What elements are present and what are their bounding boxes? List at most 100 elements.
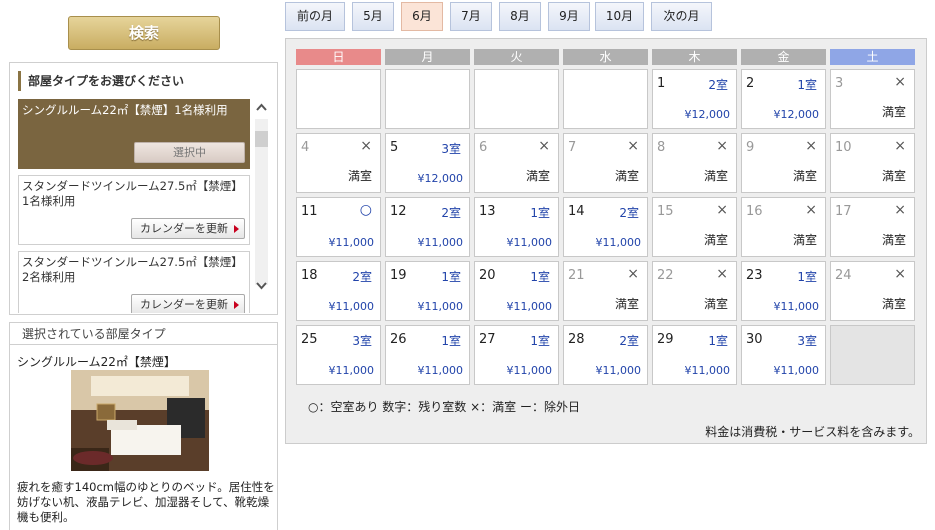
scroll-up-icon[interactable]: [253, 99, 270, 116]
calendar-day-number: 13: [479, 204, 496, 219]
rooms-remaining: 3室: [441, 142, 461, 156]
availability-calendar: 日 月 火 水 木 金 土 1 2室 ¥12,000 2 1室 ¥12,000 3 × 満室 4 ×…: [285, 38, 927, 444]
sold-out-label: 満室: [881, 169, 906, 183]
calendar-day-cell[interactable]: 5 3室 ¥12,000: [385, 133, 470, 193]
calendar-day-number: 22: [657, 268, 674, 283]
room-price[interactable]: ¥11,000: [329, 364, 375, 377]
room-price[interactable]: ¥12,000: [685, 108, 731, 121]
sold-out-label: 満室: [881, 105, 906, 119]
next-month-link[interactable]: 次の月: [651, 2, 712, 31]
calendar-day-number: 12: [390, 204, 407, 219]
calendar-day-cell[interactable]: 25 3室 ¥11,000: [296, 325, 381, 385]
room-item-single[interactable]: シングルルーム22㎡【禁煙】1名様利用 選択中: [18, 99, 250, 169]
room-price[interactable]: ¥11,000: [507, 300, 553, 313]
calendar-day-cell[interactable]: 18 2室 ¥11,000: [296, 261, 381, 321]
scrollbar-thumb[interactable]: [255, 131, 268, 147]
room-price[interactable]: ¥11,000: [596, 236, 642, 249]
rooms-remaining: 1室: [797, 78, 817, 92]
calendar-day-cell[interactable]: 20 1室 ¥11,000: [474, 261, 559, 321]
calendar-day-cell[interactable]: 19 1室 ¥11,000: [385, 261, 470, 321]
scroll-down-icon[interactable]: [253, 277, 270, 294]
calendar-cell-empty: [830, 325, 915, 385]
sold-out-icon: ×: [538, 138, 550, 154]
calendar-day-number: 25: [301, 332, 318, 347]
room-price[interactable]: ¥11,000: [774, 300, 820, 313]
room-price[interactable]: ¥11,000: [329, 300, 375, 313]
sold-out-icon: ×: [805, 138, 817, 154]
calendar-day-cell[interactable]: 28 2室 ¥11,000: [563, 325, 648, 385]
sold-out-icon: ×: [805, 202, 817, 218]
sold-out-label: 満室: [614, 297, 639, 311]
room-price[interactable]: ¥11,000: [418, 236, 464, 249]
calendar-day-cell[interactable]: 29 1室 ¥11,000: [652, 325, 737, 385]
calendar-day-number: 1: [657, 76, 666, 91]
calendar-day-number: 18: [301, 268, 318, 283]
search-button[interactable]: 検索: [68, 16, 220, 50]
weekday-header-thu: 木: [652, 49, 737, 65]
sold-out-icon: ×: [627, 138, 639, 154]
calendar-day-cell: 24 × 満室: [830, 261, 915, 321]
calendar-day-cell[interactable]: 26 1室 ¥11,000: [385, 325, 470, 385]
calendar-day-number: 30: [746, 332, 763, 347]
weekday-header-tue: 火: [474, 49, 559, 65]
rooms-remaining: 2室: [619, 206, 639, 220]
month-tab-july[interactable]: 7月: [450, 2, 492, 31]
month-tab-september[interactable]: 9月: [548, 2, 590, 31]
calendar-day-number: 28: [568, 332, 585, 347]
tax-note: 料金は消費税・サービス料を含みます。: [705, 425, 920, 439]
room-price[interactable]: ¥11,000: [507, 236, 553, 249]
prev-month-link[interactable]: 前の月: [285, 2, 345, 31]
rooms-remaining: 2室: [708, 78, 728, 92]
calendar-day-cell[interactable]: 12 2室 ¥11,000: [385, 197, 470, 257]
calendar-day-cell: 9 × 満室: [741, 133, 826, 193]
room-item-twin-2[interactable]: スタンダードツインルーム27.5㎡【禁煙】2名様利用 カレンダーを更新: [18, 251, 250, 313]
month-tab-may[interactable]: 5月: [352, 2, 394, 31]
sold-out-icon: ×: [716, 266, 728, 282]
room-list-scrollbar[interactable]: [253, 99, 270, 305]
calendar-day-cell: 22 × 満室: [652, 261, 737, 321]
selected-button[interactable]: 選択中: [134, 142, 245, 163]
month-tab-august[interactable]: 8月: [499, 2, 541, 31]
month-tab-october[interactable]: 10月: [595, 2, 644, 31]
room-price[interactable]: ¥11,000: [418, 364, 464, 377]
calendar-day-cell: 3 × 満室: [830, 69, 915, 129]
room-price[interactable]: ¥12,000: [418, 172, 464, 185]
room-price[interactable]: ¥11,000: [596, 364, 642, 377]
calendar-day-cell[interactable]: 11 ○ ¥11,000: [296, 197, 381, 257]
update-calendar-button[interactable]: カレンダーを更新: [131, 294, 245, 313]
calendar-day-cell: 6 × 満室: [474, 133, 559, 193]
weekday-header-wed: 水: [563, 49, 648, 65]
sold-out-label: 満室: [703, 169, 728, 183]
calendar-day-cell[interactable]: 1 2室 ¥12,000: [652, 69, 737, 129]
calendar-day-cell: 15 × 満室: [652, 197, 737, 257]
sold-out-label: 満室: [703, 297, 728, 311]
rooms-remaining: 1室: [441, 270, 461, 284]
month-tab-june[interactable]: 6月: [401, 2, 443, 31]
room-price[interactable]: ¥12,000: [774, 108, 820, 121]
room-item-twin-1[interactable]: スタンダードツインルーム27.5㎡【禁煙】1名様利用 カレンダーを更新: [18, 175, 250, 245]
sold-out-icon: ×: [894, 138, 906, 154]
sold-out-icon: ×: [894, 74, 906, 90]
rooms-remaining: 2室: [619, 334, 639, 348]
calendar-day-cell[interactable]: 2 1室 ¥12,000: [741, 69, 826, 129]
weekday-header-fri: 金: [741, 49, 826, 65]
room-price[interactable]: ¥11,000: [507, 364, 553, 377]
update-calendar-button[interactable]: カレンダーを更新: [131, 218, 245, 239]
calendar-day-cell[interactable]: 23 1室 ¥11,000: [741, 261, 826, 321]
rooms-remaining: 1室: [797, 270, 817, 284]
calendar-day-number: 3: [835, 76, 844, 91]
room-price[interactable]: ¥11,000: [418, 300, 464, 313]
calendar-day-cell[interactable]: 14 2室 ¥11,000: [563, 197, 648, 257]
calendar-day-cell[interactable]: 30 3室 ¥11,000: [741, 325, 826, 385]
calendar-day-number: 10: [835, 140, 852, 155]
room-price[interactable]: ¥11,000: [774, 364, 820, 377]
weekday-header-sat: 土: [830, 49, 915, 65]
calendar-day-number: 15: [657, 204, 674, 219]
calendar-day-cell[interactable]: 27 1室 ¥11,000: [474, 325, 559, 385]
calendar-day-cell[interactable]: 13 1室 ¥11,000: [474, 197, 559, 257]
sold-out-icon: ×: [716, 202, 728, 218]
selected-room-panel: 選択されている部屋タイプ シングルルーム22㎡【禁煙】 疲れを癒す140cm幅の…: [9, 322, 278, 530]
room-price[interactable]: ¥11,000: [685, 364, 731, 377]
room-price[interactable]: ¥11,000: [329, 236, 375, 249]
calendar-day-number: 16: [746, 204, 763, 219]
